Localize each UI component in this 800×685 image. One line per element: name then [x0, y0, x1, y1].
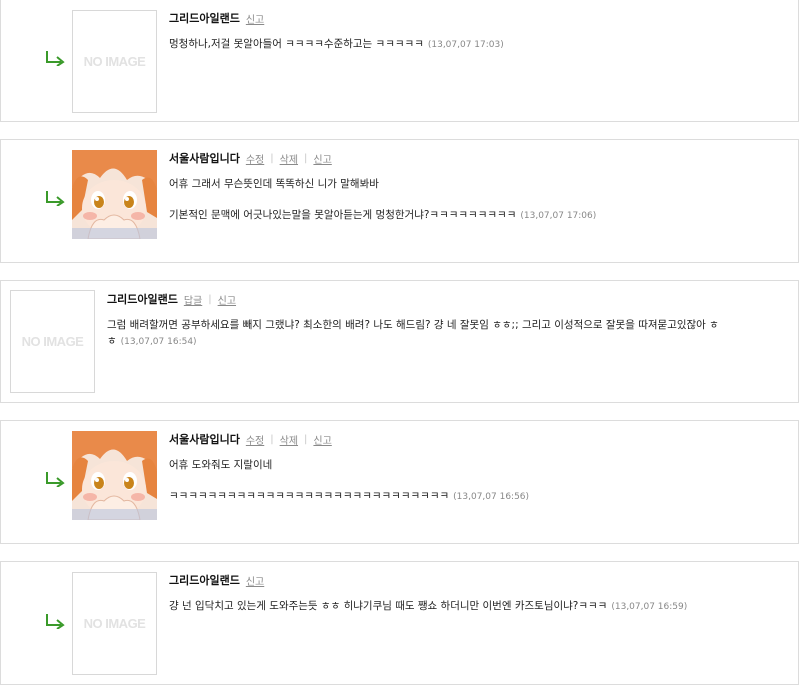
comment-line: 그럼 배려할꺼면 공부하세요를 빼지 그랬냐? 최소한의 배려? 나도 해드림?… — [107, 319, 719, 331]
comment-text: ㅋㅋㅋㅋㅋㅋㅋㅋㅋㅋㅋㅋㅋㅋㅋㅋㅋㅋㅋㅋㅋㅋㅋㅋㅋㅋㅋㅋㅋ (13,07,07 1… — [169, 488, 529, 503]
comment-meta: 그리드아일랜드 신고 — [169, 10, 264, 26]
comment-meta: 서울사람입니다 수정 | 삭제 | 신고 — [169, 150, 332, 166]
timestamp: (13,07,07 17:03) — [427, 40, 504, 50]
report-link[interactable]: 신고 — [218, 292, 236, 307]
comment-meta: 그리드아일랜드 답글 | 신고 — [107, 291, 236, 307]
separator: | — [304, 152, 308, 164]
comment-meta: 그리드아일랜드 신고 — [169, 572, 264, 588]
comment-line: 기본적인 문맥에 어긋나있는말을 못알아듣는게 멍청한거냐?ㅋㅋㅋㅋㅋㅋㅋㅋㅋ — [169, 209, 517, 221]
report-link[interactable]: 신고 — [313, 151, 331, 166]
comment-line: 걍 넌 입닥치고 있는게 도와주는듯 ㅎㅎ 히냐기쿠님 때도 쨍쇼 하더니만 이… — [169, 600, 608, 612]
comment-line: ㅋㅋㅋㅋㅋㅋㅋㅋㅋㅋㅋㅋㅋㅋㅋㅋㅋㅋㅋㅋㅋㅋㅋㅋㅋㅋㅋㅋㅋ — [169, 490, 450, 502]
comment-text: 그럼 배려할꺼면 공부하세요를 빼지 그랬냐? 최소한의 배려? 나도 해드림?… — [107, 317, 719, 332]
timestamp: (13,07,07 17:06) — [520, 211, 597, 221]
avatar: NO IMAGE — [10, 290, 95, 393]
separator: | — [270, 152, 274, 164]
comment-reply: 서울사람입니다 수정 | 삭제 | 신고 어휴 그래서 무슨뜻인데 똑똑하신 니… — [0, 139, 799, 263]
no-image-placeholder: NO IMAGE — [21, 334, 84, 349]
author-name[interactable]: 그리드아일랜드 — [169, 10, 240, 26]
comment-text: 기본적인 문맥에 어긋나있는말을 못알아듣는게 멍청한거냐?ㅋㅋㅋㅋㅋㅋㅋㅋㅋ(… — [169, 207, 596, 222]
comment-text: 어휴 그래서 무슨뜻인데 똑똑하신 니가 말해봐바 — [169, 176, 379, 191]
reply-arrow-icon — [46, 191, 65, 206]
author-name[interactable]: 그리드아일랜드 — [107, 291, 178, 307]
delete-link[interactable]: 삭제 — [280, 151, 298, 166]
author-name[interactable]: 서울사람입니다 — [169, 150, 240, 166]
no-image-placeholder: NO IMAGE — [83, 616, 146, 631]
report-link[interactable]: 신고 — [246, 573, 264, 588]
author-name[interactable]: 서울사람입니다 — [169, 431, 240, 447]
avatar: NO IMAGE — [72, 10, 157, 113]
anime-girl-avatar-image — [72, 431, 157, 521]
separator: | — [270, 433, 274, 445]
comment-line: 어휴 그래서 무슨뜻인데 똑똑하신 니가 말해봐바 — [169, 178, 379, 190]
comment-line: 멍청하나,저걸 못알아들어 ㅋㅋㅋㅋ수준하고는 ㅋㅋㅋㅋㅋ — [169, 38, 424, 50]
comment-reply: NO IMAGE 그리드아일랜드 신고 멍청하나,저걸 못알아들어 ㅋㅋㅋㅋ수준… — [0, 0, 799, 122]
timestamp: (13,07,07 16:56) — [453, 492, 530, 502]
timestamp: (13,07,07 16:54) — [120, 337, 197, 347]
avatar — [72, 150, 157, 253]
edit-link[interactable]: 수정 — [246, 432, 264, 447]
avatar: NO IMAGE — [72, 572, 157, 675]
reply-arrow-icon — [46, 614, 65, 629]
author-name[interactable]: 그리드아일랜드 — [169, 572, 240, 588]
no-image-placeholder: NO IMAGE — [83, 54, 146, 69]
timestamp: (13,07,07 16:59) — [611, 602, 688, 612]
edit-link[interactable]: 수정 — [246, 151, 264, 166]
report-link[interactable]: 신고 — [246, 11, 264, 26]
avatar — [72, 431, 157, 534]
comment-text: 어휴 도와줘도 지랄이네 — [169, 457, 272, 472]
comment-text: 걍 넌 입닥치고 있는게 도와주는듯 ㅎㅎ 히냐기쿠님 때도 쨍쇼 하더니만 이… — [169, 598, 687, 613]
anime-girl-avatar-image — [72, 150, 157, 240]
separator: | — [208, 293, 212, 305]
separator-gap — [0, 543, 800, 561]
delete-link[interactable]: 삭제 — [280, 432, 298, 447]
comment-line: 어휴 도와줘도 지랄이네 — [169, 459, 273, 471]
reply-arrow-icon — [46, 51, 65, 66]
separator-gap — [0, 402, 800, 420]
report-link[interactable]: 신고 — [313, 432, 331, 447]
reply-arrow-icon — [46, 472, 65, 487]
comment-line: ㅎ — [107, 335, 117, 347]
comment-reply: 서울사람입니다 수정 | 삭제 | 신고 어휴 도와줘도 지랄이네 ㅋㅋㅋㅋㅋㅋ… — [0, 420, 799, 544]
comment: NO IMAGE 그리드아일랜드 답글 | 신고 그럼 배려할꺼면 공부하세요를… — [0, 280, 799, 403]
comment-text: ㅎ (13,07,07 16:54) — [107, 333, 197, 348]
comment-text: 멍청하나,저걸 못알아들어 ㅋㅋㅋㅋ수준하고는 ㅋㅋㅋㅋㅋ (13,07,07 1… — [169, 36, 504, 51]
separator-gap — [0, 121, 800, 139]
reply-link[interactable]: 답글 — [184, 292, 202, 307]
separator: | — [304, 433, 308, 445]
comment-meta: 서울사람입니다 수정 | 삭제 | 신고 — [169, 431, 332, 447]
comment-reply: NO IMAGE 그리드아일랜드 신고 걍 넌 입닥치고 있는게 도와주는듯 ㅎ… — [0, 561, 799, 685]
separator-gap — [0, 262, 800, 280]
